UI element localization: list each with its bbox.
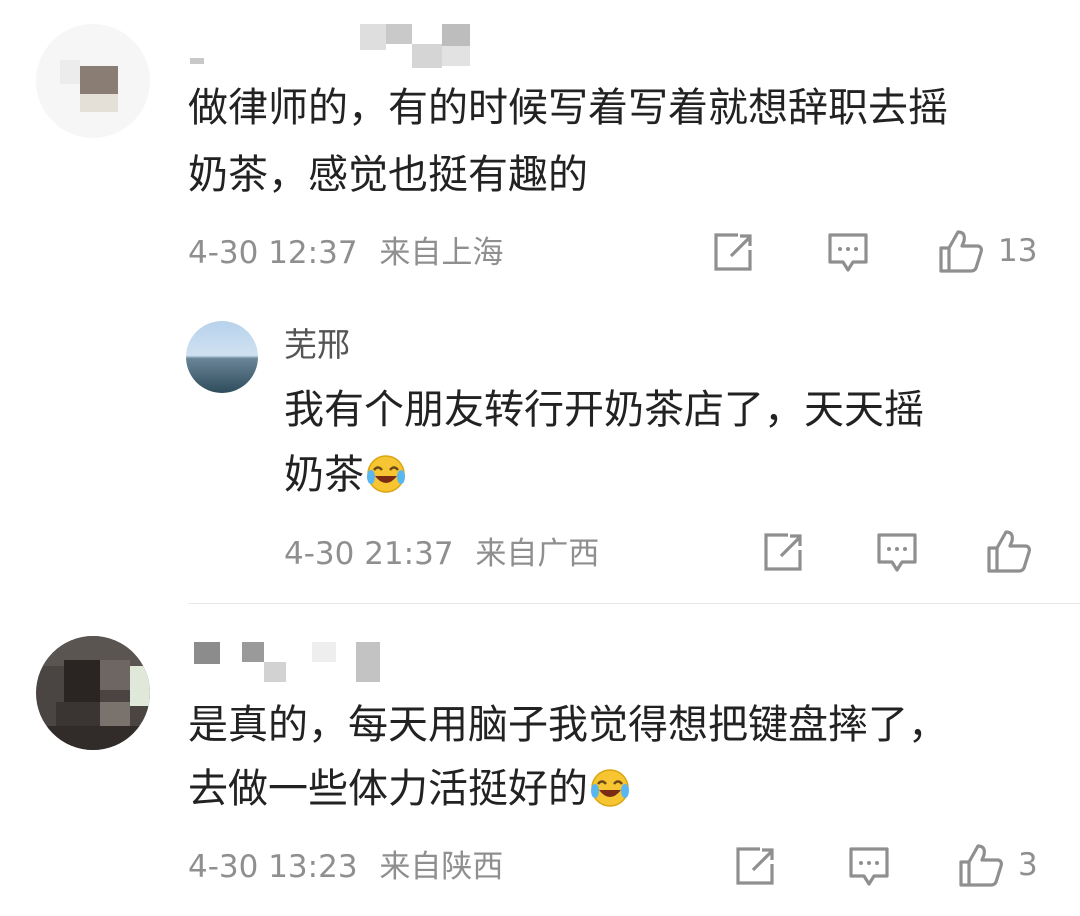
date-text: 4-30 12:37 — [188, 235, 358, 271]
comment-timestamp: 4-30 12:37 来自上海 — [188, 233, 503, 273]
comment-icon — [877, 533, 917, 572]
location-text: 来自陕西 — [379, 849, 504, 885]
date-text: 4-30 21:37 — [284, 536, 454, 572]
comment-text-line-2-content: 去做一些体力活挺好的 — [188, 766, 588, 812]
reply-like-button[interactable] — [986, 528, 1032, 574]
comment-text-line-1: 是真的，每天用脑子我觉得想把键盘摔了， — [188, 702, 948, 748]
share-button[interactable] — [734, 846, 776, 886]
reply-text-line-1: 我有个朋友转行开奶茶店了，天天摇 — [284, 387, 924, 433]
share-icon — [764, 533, 802, 571]
comment-timestamp: 4-30 13:23 来自陕西 — [188, 847, 503, 887]
comment-icon — [849, 847, 889, 886]
laughing-crying-emoji-icon — [367, 455, 405, 493]
comment-text-line-2: 去做一些体力活挺好的 — [188, 758, 630, 820]
laughing-crying-emoji-icon — [591, 769, 629, 807]
thumbs-up-icon — [987, 530, 1031, 573]
comment-icon — [828, 233, 868, 272]
reply-text-line-2: 奶茶 — [284, 444, 406, 506]
reply-avatar[interactable] — [186, 321, 258, 393]
divider — [188, 603, 1080, 604]
username-blurred[interactable] — [190, 20, 480, 68]
comment-button[interactable] — [848, 846, 890, 888]
avatar[interactable] — [36, 24, 150, 138]
date-text: 4-30 13:23 — [188, 849, 358, 885]
share-icon — [736, 847, 774, 885]
comment-text-line-2: 奶茶，感觉也挺有趣的 — [188, 152, 588, 198]
like-count: 13 — [998, 233, 1038, 269]
avatar[interactable] — [36, 636, 150, 750]
like-button[interactable]: 3 — [958, 842, 1038, 888]
comment-text-line-1: 做律师的，有的时候写着写着就想辞职去摇 — [188, 85, 948, 131]
thumbs-up-icon — [959, 844, 1003, 887]
reply-share-button[interactable] — [762, 532, 804, 572]
location-text: 来自上海 — [379, 235, 504, 271]
reply-comment-button[interactable] — [876, 532, 918, 574]
reply-text-line-2-content: 奶茶 — [284, 452, 364, 498]
comment-button[interactable] — [827, 232, 869, 274]
like-button[interactable]: 13 — [938, 228, 1037, 274]
username-blurred[interactable] — [194, 640, 394, 688]
share-icon — [714, 233, 752, 271]
location-text: 来自广西 — [475, 536, 600, 572]
share-button[interactable] — [712, 232, 754, 272]
thumbs-up-icon — [939, 230, 983, 273]
reply-timestamp: 4-30 21:37 来自广西 — [284, 534, 599, 574]
reply-username[interactable]: 芜邢 — [284, 325, 350, 365]
like-count: 3 — [1018, 847, 1038, 883]
